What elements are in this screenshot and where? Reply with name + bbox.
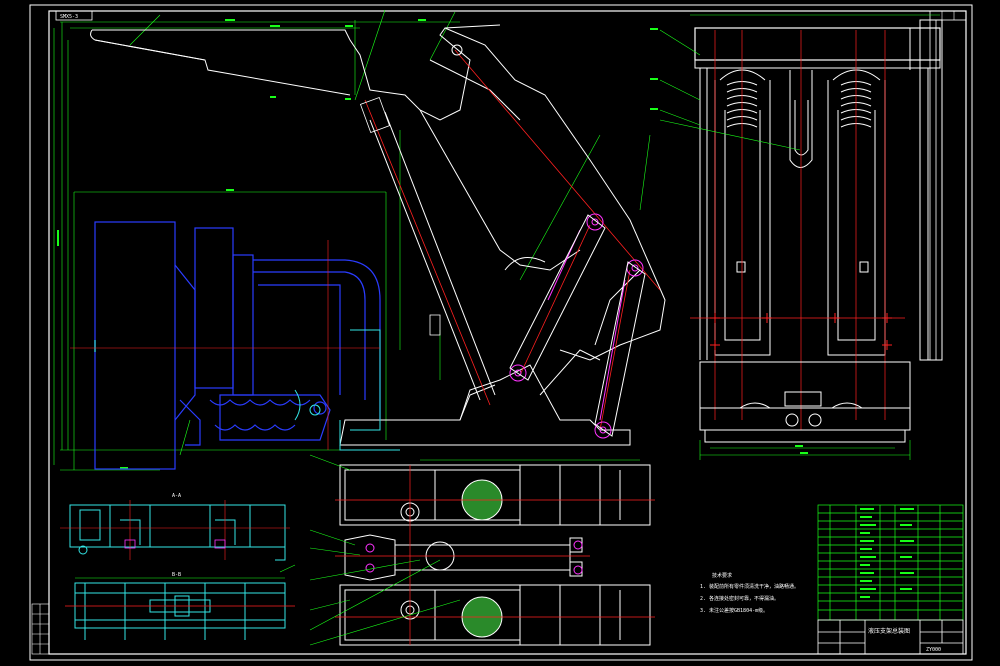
top-hinge-pin xyxy=(451,44,463,56)
section-b-b: B-B xyxy=(65,564,296,640)
corner-mark-box xyxy=(929,10,967,21)
front-link-centerlines xyxy=(454,49,661,431)
four-bar-links xyxy=(509,213,644,439)
cad-drawing-canvas: SMX5-3 A-A B-B 技术要求 1. 装配前所有零件须清洗干净，油路畅通… xyxy=(29,4,973,661)
parts-list xyxy=(817,504,964,621)
technical-notes: 技术要求 1. 装配前所有零件须清洗干净，油路畅通。 2. 各连接处密封可靠，不… xyxy=(700,572,799,614)
notes-heading: 技术要求 xyxy=(712,572,732,579)
title-block-drawing-no: ZY000 xyxy=(926,647,941,653)
rear-equipment-hidden xyxy=(94,221,381,470)
dim-labels-side xyxy=(57,19,426,469)
cad-drawing-sheet: SMX5-3 A-A B-B 技术要求 1. 装配前所有零件须清洗干净，油路畅通… xyxy=(0,0,1000,666)
canopy-beam xyxy=(90,24,666,361)
section-b-b-label: B-B xyxy=(172,572,181,578)
plan-view-hatched-pins xyxy=(461,479,503,638)
plan-view xyxy=(309,454,655,646)
leg-cylinder xyxy=(359,96,496,406)
section-a-a: A-A xyxy=(60,493,290,561)
left-margin-table xyxy=(31,603,50,655)
section-a-a-label: A-A xyxy=(172,493,181,499)
rear-link-frame xyxy=(339,269,641,446)
title-block-name: 液压支架总装图 xyxy=(868,627,910,635)
title-block xyxy=(817,619,964,655)
notes-line-3: 3. 未注公差按GB1804-m级。 xyxy=(700,607,768,614)
corner-label: SMX5-3 xyxy=(60,14,78,20)
notes-line-2: 2. 各连接处密封可靠，不得漏油。 xyxy=(700,595,779,602)
side-view-dimensions xyxy=(53,9,651,471)
front-view xyxy=(650,14,943,460)
notes-line-1: 1. 装配前所有零件须清洗干净，油路畅通。 xyxy=(700,583,799,590)
